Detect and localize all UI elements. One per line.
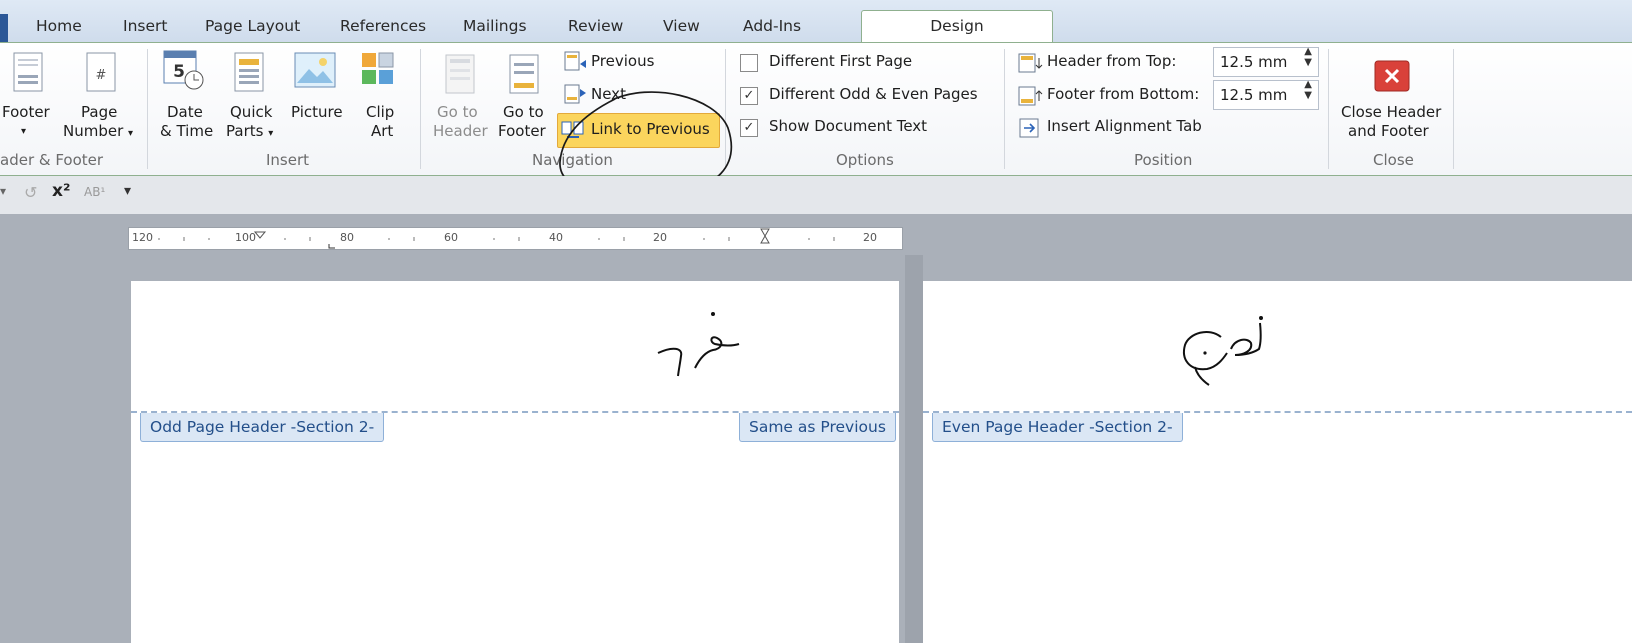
svg-text:#: # [96,68,107,83]
date-label[interactable]: Date [167,103,203,122]
insert-alignment-tab-icon [1019,118,1039,138]
svg-text:5: 5 [173,62,185,82]
different-odd-even-label[interactable]: Different Odd & Even Pages [769,85,978,104]
tab-insert[interactable]: Insert [123,12,167,40]
insert-alignment-tab-button[interactable]: Insert Alignment Tab [1047,117,1202,136]
superscript-icon[interactable]: x² [52,181,70,201]
clip-art-button[interactable]: Art [371,122,393,141]
footer-from-bottom-value: 12.5 mm [1220,86,1288,104]
ribbon-tab-bar: Home Insert Page Layout References Maili… [0,0,1632,43]
dropdown-arrow-icon[interactable]: ▾ [0,184,6,198]
go-to-footer-icon [509,54,539,94]
close-header-footer-button[interactable]: and Footer [1348,122,1429,141]
tab-design[interactable]: Design [861,10,1053,43]
quick-label[interactable]: Quick [230,103,272,122]
footer-from-bottom-spinner[interactable]: 12.5 mm ▲ ▼ [1213,79,1319,110]
page-number-label: Number [63,122,124,140]
quick-parts-button[interactable]: Parts ▾ [226,122,273,143]
different-first-page-checkbox[interactable] [740,54,758,72]
show-document-text-label[interactable]: Show Document Text [769,117,927,136]
header-from-top-value: 12.5 mm [1220,53,1288,71]
go-to-header-icon [445,54,475,94]
footer-dropdown-arrow[interactable]: ▾ [21,122,26,141]
quick-parts-icon [234,52,264,92]
clip-art-icon [362,52,394,84]
group-separator [1004,49,1005,169]
header-from-top-label: Header from Top: [1047,52,1177,70]
page-number-button[interactable]: Number ▾ [63,122,133,143]
group-header-footer-label: ader & Footer [0,151,104,169]
ribbon: Footer ▾ # Page Number ▾ ader & Footer 5… [0,42,1632,177]
tab-mailings[interactable]: Mailings [463,12,527,40]
close-header-label[interactable]: Close Header [1341,103,1441,122]
horizontal-ruler[interactable]: 120 100 80 60 40 20 20 [128,227,903,250]
header-from-top-spinner[interactable]: 12.5 mm ▲ ▼ [1213,46,1319,77]
first-line-indent-marker [253,231,267,239]
date-time-button[interactable]: & Time [160,122,213,141]
close-icon [1374,60,1410,92]
picture-icon [294,52,336,88]
change-case-icon[interactable]: AB¹ [84,185,105,199]
go-to-header-label: Go to [437,103,478,121]
footer-icon [13,52,43,92]
group-separator [1328,49,1329,169]
even-page-header-label: Even Page Header -Section 2- [932,413,1183,442]
group-position-label: Position [1134,151,1193,169]
left-tab-marker [328,244,335,249]
quick-parts-label: Parts [226,122,264,140]
picture-button[interactable]: Picture [291,103,343,122]
ruler-ticks [158,228,835,249]
tab-review[interactable]: Review [568,12,623,40]
page-number-icon: # [86,52,116,92]
quick-access-toolbar: ▾ ↺ x² AB¹ ▾ [0,176,1632,214]
page-gap [905,255,923,643]
odd-page[interactable] [131,281,899,643]
footer-from-bottom-label: Footer from Bottom: [1047,85,1200,103]
customize-toolbar-icon[interactable]: ▾ [124,183,131,199]
header-from-top-icon [1018,53,1043,73]
handwritten-odd-scribble [657,312,740,377]
group-close-label: Close [1373,151,1414,169]
undo-icon[interactable]: ↺ [24,183,37,202]
dropdown-arrow-icon: ▾ [268,128,274,139]
previous-icon [564,51,586,71]
same-as-previous-label: Same as Previous [739,413,896,442]
footer-from-bottom-icon [1018,86,1043,106]
odd-page-header-label: Odd Page Header -Section 2- [140,413,385,442]
spinner-arrows-icon[interactable]: ▲ ▼ [1304,46,1312,68]
footer-button[interactable]: Footer [2,103,50,122]
group-separator [420,49,421,169]
date-time-icon: 5 [163,50,204,90]
go-to-footer-button[interactable]: Footer [498,122,546,141]
spinner-arrows-icon[interactable]: ▲ ▼ [1304,79,1312,101]
handwritten-even-scribble [1183,316,1263,386]
group-insert-label: Insert [266,151,310,169]
even-page[interactable] [923,281,1632,643]
go-to-footer-label[interactable]: Go to [503,103,544,122]
group-separator [1453,49,1454,169]
tab-view[interactable]: View [663,12,700,40]
go-to-header-button: Header [433,122,488,140]
tab-references[interactable]: References [340,12,426,40]
previous-button[interactable]: Previous [591,52,654,71]
clip-label[interactable]: Clip [366,103,394,122]
file-tab-edge[interactable] [0,14,8,42]
tab-page-layout[interactable]: Page Layout [205,12,300,40]
tab-home[interactable]: Home [36,12,82,40]
dropdown-arrow-icon: ▾ [128,128,134,139]
group-options-label: Options [836,151,894,169]
right-indent-marker [760,228,770,238]
group-separator [147,49,148,169]
page-number-label-top[interactable]: Page [81,103,117,122]
different-first-page-label[interactable]: Different First Page [769,52,912,71]
tab-add-ins[interactable]: Add-Ins [743,12,801,40]
